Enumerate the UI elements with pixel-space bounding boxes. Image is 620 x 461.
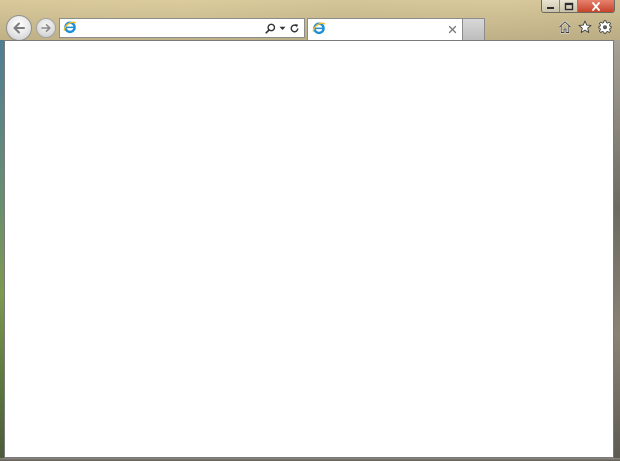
favorites-button[interactable] — [577, 19, 592, 34]
browser-window — [0, 0, 620, 461]
chevron-down-icon — [279, 26, 286, 30]
search-icon — [265, 23, 276, 34]
close-icon — [448, 25, 456, 34]
home-button[interactable] — [557, 19, 572, 34]
ie-icon — [63, 20, 77, 37]
caption-buttons — [541, 0, 615, 13]
minimize-icon — [547, 7, 554, 9]
close-button[interactable] — [578, 0, 614, 12]
refresh-icon — [290, 23, 299, 32]
address-input[interactable] — [77, 20, 265, 36]
tools-button[interactable] — [597, 19, 612, 34]
page-content[interactable] — [4, 40, 614, 458]
address-dropdown-button[interactable] — [279, 26, 286, 31]
tab-active[interactable] — [307, 18, 463, 40]
forward-arrow-icon — [41, 24, 51, 32]
tab-close-button[interactable] — [445, 23, 459, 37]
command-toolbar — [557, 19, 612, 34]
gear-icon — [597, 19, 612, 34]
back-arrow-icon — [13, 22, 25, 34]
refresh-button[interactable] — [289, 23, 300, 34]
forward-button[interactable] — [36, 18, 56, 38]
minimize-button[interactable] — [542, 0, 560, 12]
new-tab-button[interactable] — [463, 18, 485, 40]
restore-button[interactable] — [560, 0, 578, 12]
ie-icon — [312, 21, 326, 38]
home-icon — [558, 20, 571, 33]
restore-icon — [564, 2, 573, 10]
address-tools — [265, 23, 300, 34]
back-button[interactable] — [6, 15, 32, 41]
address-bar — [59, 18, 305, 38]
close-icon — [592, 1, 600, 11]
star-icon — [578, 20, 591, 33]
search-button[interactable] — [265, 23, 276, 34]
